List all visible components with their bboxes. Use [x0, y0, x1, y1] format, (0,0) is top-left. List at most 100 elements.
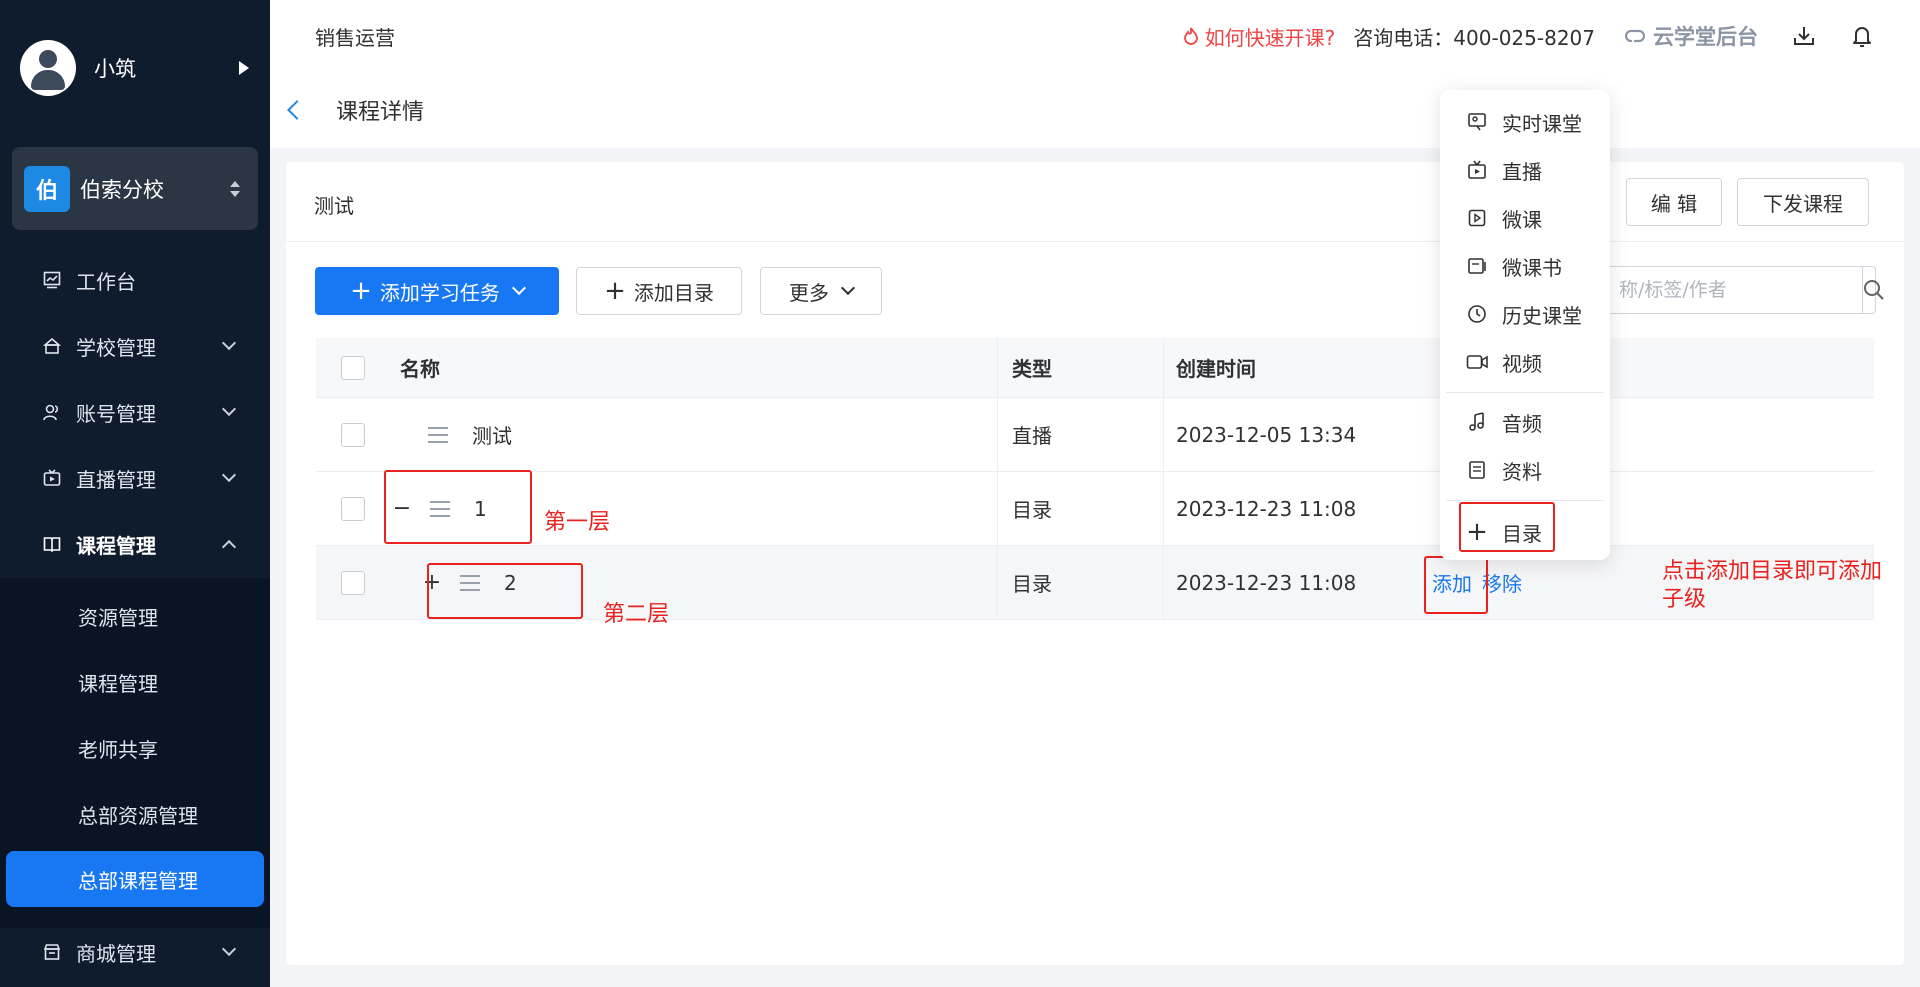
submenu-item-hq-resource[interactable]: 总部资源管理	[0, 786, 270, 842]
table-row: 测试 直播 2023-12-05 13:34	[316, 398, 1874, 472]
add-task-dropdown: 实时课堂 直播 微课 微课书 历史课堂 视频 音频 资料 + 目录	[1440, 90, 1610, 560]
dropdown-item-material[interactable]: 资料	[1440, 446, 1610, 494]
row-time: 2023-12-23 11:08	[1176, 570, 1357, 595]
row-time: 2023-12-23 11:08	[1176, 496, 1357, 521]
video-icon	[1466, 351, 1488, 373]
download-icon[interactable]	[1792, 24, 1816, 48]
col-type: 类型	[998, 338, 1164, 397]
users-icon	[42, 402, 62, 422]
select-all-checkbox[interactable]	[341, 355, 365, 380]
avatar	[20, 40, 76, 96]
school-icon	[42, 336, 62, 356]
sidebar-item-live[interactable]: 直播管理	[0, 448, 270, 508]
submenu-item-hq-course[interactable]: 总部课程管理	[6, 851, 264, 907]
sidebar-item-store[interactable]: 商城管理	[0, 922, 270, 982]
dropdown-item-label: 微课	[1502, 207, 1542, 232]
breadcrumb: 课程详情	[270, 72, 1920, 148]
col-name: 名称	[390, 338, 998, 397]
brand-logo[interactable]: 云学堂后台	[1625, 21, 1758, 51]
dropdown-item-label: 视频	[1502, 351, 1542, 376]
micro-course-icon	[1466, 207, 1488, 229]
dropdown-item-label: 资料	[1502, 459, 1542, 484]
flame-icon	[1183, 27, 1198, 45]
col-time: 创建时间	[1176, 357, 1256, 381]
plus-icon: +	[350, 276, 372, 306]
add-learning-task-button[interactable]: + 添加学习任务	[315, 267, 559, 315]
expand-arrow-icon[interactable]	[239, 61, 249, 75]
sidebar-item-course[interactable]: 课程管理	[0, 514, 270, 574]
sidebar-item-label: 直播管理	[76, 467, 156, 492]
dropdown-item-micro-book[interactable]: 微课书	[1440, 242, 1610, 290]
row-name: 测试	[472, 424, 512, 448]
consult-phone: 咨询电话：400-025-8207	[1353, 25, 1595, 50]
dropdown-item-live[interactable]: 直播	[1440, 146, 1610, 194]
sidebar-item-label: 学校管理	[76, 335, 156, 360]
user-profile[interactable]: 小筑	[20, 38, 255, 98]
chevron-down-icon	[221, 401, 237, 417]
search-box	[1604, 266, 1884, 314]
remove-link[interactable]: 移除	[1482, 568, 1522, 597]
dropdown-item-label: 实时课堂	[1502, 111, 1582, 136]
publish-course-button[interactable]: 下发课程	[1737, 178, 1869, 226]
row-checkbox[interactable]	[341, 570, 365, 595]
brand-label: 云学堂后台	[1653, 25, 1758, 49]
dropdown-divider	[1446, 500, 1604, 501]
bell-icon[interactable]	[1850, 24, 1874, 48]
search-input[interactable]	[1605, 267, 1862, 313]
dropdown-item-micro-course[interactable]: 微课	[1440, 194, 1610, 242]
chevron-down-icon	[840, 280, 856, 296]
back-chevron-icon[interactable]	[287, 100, 307, 120]
school-switcher[interactable]: 伯 伯索分校	[12, 147, 258, 230]
search-icon[interactable]	[1862, 267, 1885, 313]
table-header: 名称 类型 创建时间	[316, 338, 1874, 398]
submenu-item-resource[interactable]: 资源管理	[0, 588, 270, 644]
row-type: 目录	[998, 472, 1164, 545]
dropdown-item-video[interactable]: 视频	[1440, 338, 1610, 386]
add-learning-task-label: 添加学习任务	[379, 280, 500, 305]
course-title: 测试	[314, 194, 354, 218]
row-checkbox[interactable]	[341, 422, 365, 447]
annotation-box-add	[1424, 556, 1488, 614]
topbar-title: 销售运营	[315, 25, 395, 50]
dropdown-item-live-class[interactable]: 实时课堂	[1440, 98, 1610, 146]
school-name: 伯索分校	[80, 177, 164, 202]
edit-button[interactable]: 编 辑	[1626, 178, 1722, 226]
row-time: 2023-12-05 13:34	[1176, 422, 1357, 447]
classroom-icon	[1466, 111, 1488, 133]
submenu-item-course[interactable]: 课程管理	[0, 654, 270, 710]
chart-icon	[42, 270, 62, 290]
micro-book-icon	[1466, 255, 1488, 277]
annotation-layer2: 第二层	[603, 602, 670, 627]
help-link-label: 如何快速开课?	[1204, 25, 1336, 50]
store-icon	[42, 942, 62, 962]
dropdown-item-history[interactable]: 历史课堂	[1440, 290, 1610, 338]
drag-handle-icon[interactable]	[428, 426, 448, 443]
annotation-box-layer1	[384, 470, 532, 544]
sort-updown-icon	[228, 180, 242, 197]
row-type: 目录	[998, 546, 1164, 619]
user-name: 小筑	[94, 57, 136, 81]
more-button[interactable]: 更多	[760, 267, 882, 315]
sidebar-item-label: 账号管理	[76, 401, 156, 426]
book-icon	[42, 534, 62, 554]
chevron-down-icon	[221, 467, 237, 483]
chevron-down-icon	[221, 335, 237, 351]
help-link[interactable]: 如何快速开课?	[1183, 22, 1336, 51]
music-icon	[1466, 411, 1488, 433]
sidebar-item-account[interactable]: 账号管理	[0, 382, 270, 442]
sidebar-item-workbench[interactable]: 工作台	[0, 250, 270, 310]
sidebar-item-school[interactable]: 学校管理	[0, 316, 270, 376]
submenu-item-teacher-share[interactable]: 老师共享	[0, 720, 270, 776]
dropdown-item-audio[interactable]: 音频	[1440, 398, 1610, 446]
add-directory-button[interactable]: + 添加目录	[576, 267, 742, 315]
topbar: 销售运营 如何快速开课? 咨询电话：400-025-8207 云学堂后台	[270, 0, 1920, 72]
row-checkbox[interactable]	[341, 496, 365, 521]
annotation-box-layer2	[427, 563, 583, 619]
chevron-down-icon	[511, 280, 526, 296]
sidebar: 小筑 伯 伯索分校 工作台 学校管理 账号管理 直播管理 课程管理 资源管理 课…	[0, 0, 270, 987]
sidebar-item-label: 商城管理	[76, 941, 156, 966]
clock-icon	[1466, 303, 1488, 325]
live-icon	[42, 468, 62, 488]
dropdown-item-label: 微课书	[1502, 255, 1562, 280]
dropdown-divider	[1446, 392, 1604, 393]
